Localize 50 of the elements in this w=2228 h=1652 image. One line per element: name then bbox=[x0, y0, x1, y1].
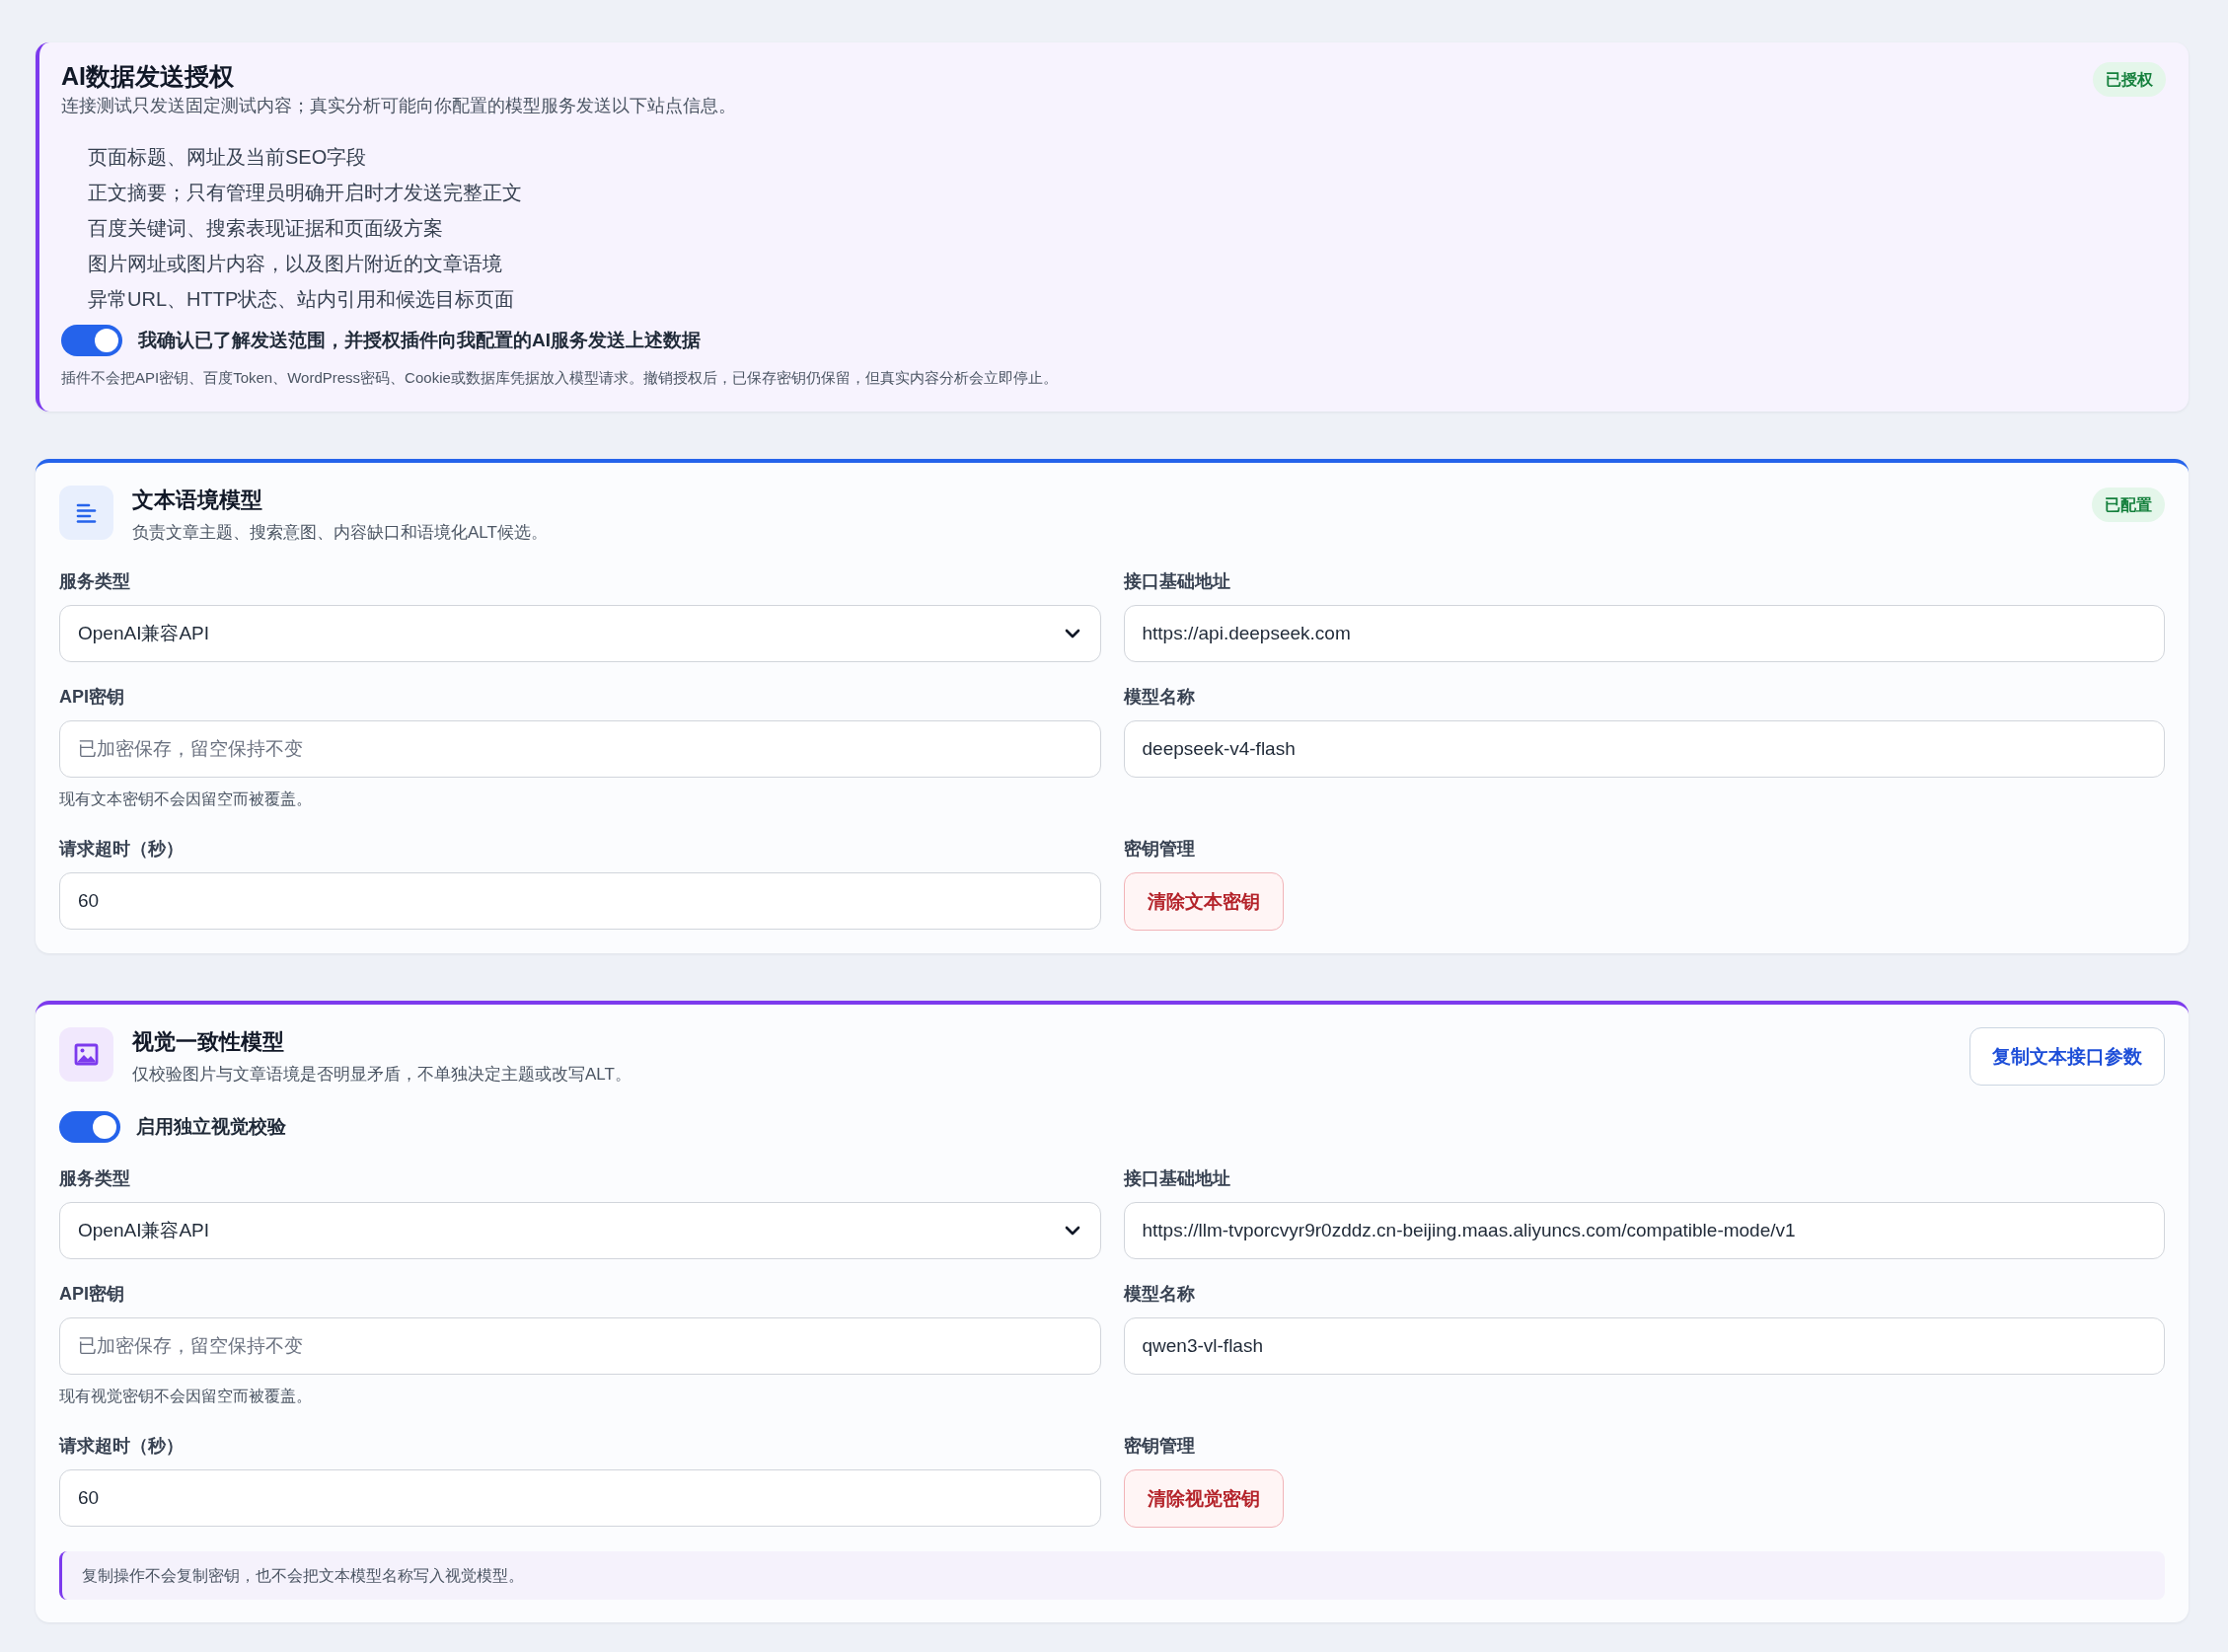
input-field[interactable]: https://api.deepseek.com bbox=[1123, 605, 2165, 662]
toggle-label: 启用独立视觉校验 bbox=[136, 1115, 286, 1139]
input-field[interactable]: 已加密保存，留空保持不变 bbox=[59, 1317, 1101, 1375]
field-hint: 现有视觉密钥不会因留空而被覆盖。 bbox=[59, 1387, 312, 1406]
dropdown-select[interactable]: OpenAI兼容API bbox=[59, 1202, 1101, 1259]
field-label: 请求超时（秒） bbox=[59, 838, 184, 861]
clear-key-button[interactable]: 清除视觉密钥 bbox=[1123, 1469, 1284, 1528]
footnote-text: 插件不会把API密钥、百度Token、WordPress密码、Cookie或数据库凭据放入模型请求。撤销授权后，已保存密钥仍保留，但真实内容分析会立即停止。 bbox=[61, 368, 1059, 388]
text-lines-icon bbox=[59, 486, 113, 540]
input-field[interactable]: 已加密保存，留空保持不变 bbox=[59, 720, 1101, 778]
card-description: 仅校验图片与文章语境是否明显矛盾，不单独决定主题或改写ALT。 bbox=[132, 1064, 631, 1086]
field-label: 接口基础地址 bbox=[1123, 1167, 1230, 1190]
field-hint: 现有文本密钥不会因留空而被覆盖。 bbox=[59, 789, 312, 809]
field-label: API密钥 bbox=[59, 686, 124, 709]
field-label: 服务类型 bbox=[59, 570, 130, 593]
chevron-down-icon bbox=[1064, 1226, 1080, 1236]
field-label: 密钥管理 bbox=[1123, 838, 1195, 861]
input-field[interactable]: https://llm-tvporcvyr9r0zddz.cn-beijing.maas.aliyuncs.com/compatible-mode/v1 bbox=[1123, 1202, 2165, 1259]
input-field[interactable]: 60 bbox=[59, 872, 1101, 930]
status-badge: 已授权 bbox=[2093, 62, 2166, 97]
info-item: 图片网址或图片内容，以及图片附近的文章语境 bbox=[87, 252, 503, 276]
field-label: 服务类型 bbox=[59, 1167, 130, 1190]
info-item: 页面标题、网址及当前SEO字段 bbox=[87, 145, 368, 170]
chevron-down-icon bbox=[1064, 629, 1080, 638]
card-title: 文本语境模型 bbox=[132, 487, 263, 514]
card-title: AI数据发送授权 bbox=[61, 61, 235, 92]
copy-params-button[interactable]: 复制文本接口参数 bbox=[1969, 1027, 2165, 1086]
field-label: 模型名称 bbox=[1123, 1283, 1195, 1306]
input-field[interactable]: 60 bbox=[59, 1469, 1101, 1527]
field-label: 模型名称 bbox=[1123, 686, 1195, 709]
field-label: 密钥管理 bbox=[1123, 1435, 1195, 1458]
info-item: 异常URL、HTTP状态、站内引用和候选目标页面 bbox=[87, 287, 516, 312]
toggle-switch[interactable] bbox=[59, 1111, 120, 1143]
clear-key-button[interactable]: 清除文本密钥 bbox=[1123, 872, 1284, 931]
image-icon bbox=[59, 1027, 113, 1082]
dropdown-select[interactable]: OpenAI兼容API bbox=[59, 605, 1101, 662]
field-label: API密钥 bbox=[59, 1283, 124, 1306]
note-callout: 复制操作不会复制密钥，也不会把文本模型名称写入视觉模型。 bbox=[59, 1551, 2165, 1600]
status-badge: 已配置 bbox=[2092, 488, 2165, 522]
info-item: 百度关键词、搜索表现证据和页面级方案 bbox=[87, 216, 444, 241]
toggle-switch[interactable] bbox=[61, 325, 122, 356]
toggle-label: 我确认已了解发送范围，并授权插件向我配置的AI服务发送上述数据 bbox=[138, 329, 701, 352]
card-description: 连接测试只发送固定测试内容；真实分析可能向你配置的模型服务发送以下站点信息。 bbox=[61, 95, 736, 117]
field-label: 请求超时（秒） bbox=[59, 1435, 184, 1458]
input-field[interactable]: deepseek-v4-flash bbox=[1123, 720, 2165, 778]
info-item: 正文摘要；只有管理员明确开启时才发送完整正文 bbox=[87, 181, 523, 205]
card-title: 视觉一致性模型 bbox=[132, 1028, 285, 1056]
input-field[interactable]: qwen3-vl-flash bbox=[1123, 1317, 2165, 1375]
field-label: 接口基础地址 bbox=[1123, 570, 1230, 593]
card-description: 负责文章主题、搜索意图、内容缺口和语境化ALT候选。 bbox=[132, 522, 548, 544]
